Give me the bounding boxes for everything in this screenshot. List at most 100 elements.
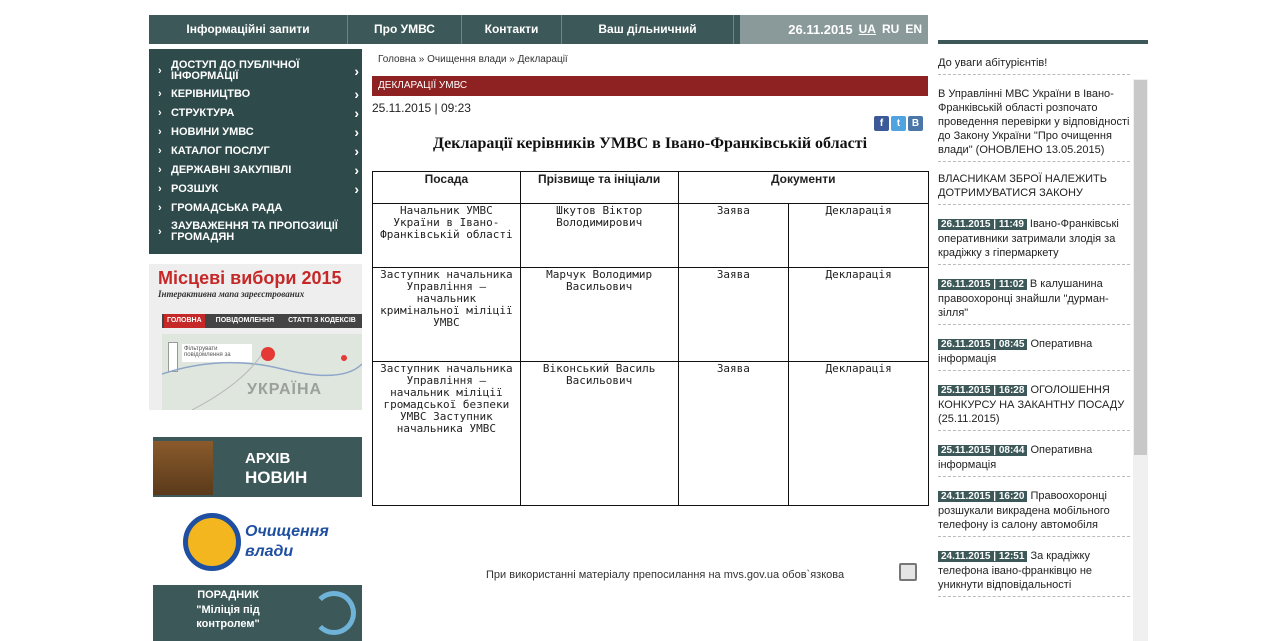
elections-title: Місцеві вибори 2015 [158, 268, 342, 288]
map-country-label: УКРАЇНА [247, 381, 323, 398]
elections-tabs: ГОЛОВНА ПОВІДОМЛЕННЯ СТАТТІ З КОДЕКСІВ [162, 314, 362, 328]
statement-link[interactable]: Заява [677, 361, 790, 506]
copyright-notice: При використанні матеріалу препосилання … [486, 569, 845, 581]
declaration-link[interactable]: Декларація [788, 203, 929, 268]
lang-ua[interactable]: UA [859, 15, 876, 44]
news-item[interactable]: 25.11.2015 | 16:28 ОГОЛОШЕННЯ КОНКУРСУ НА… [938, 371, 1130, 431]
table-row: Начальник УМВС України в Івано-Франківсь… [372, 203, 929, 268]
news-item[interactable]: До уваги абітурієнтів! [938, 50, 1130, 75]
news-title[interactable]: ВЛАСНИКАМ ЗБРОЇ НАЛЕЖИТЬ ДОТРИМУВАТИСЯ З… [938, 173, 1107, 199]
news-item[interactable]: 26.11.2015 | 11:02 В калушанина правоохор… [938, 265, 1130, 325]
elections-map[interactable]: Фільтрувати повідомлення за УКРАЇНА [162, 334, 362, 410]
breadcrumb-separator: » [416, 54, 428, 65]
page-title: Декларації керівників УМВС в Івано-Франк… [432, 135, 868, 152]
breadcrumb-home[interactable]: Головна [378, 54, 416, 65]
statement-link[interactable]: Заява [677, 203, 790, 268]
table-row: Заступник начальника Управління – началь… [372, 361, 929, 506]
breadcrumb-section[interactable]: Очищення влади [427, 54, 506, 65]
archive-line1: АРХІВ [245, 450, 291, 467]
chevron-right-icon: › [354, 181, 359, 197]
header-position: Посада [372, 171, 521, 204]
cell-name: Віконський Василь Васильович [519, 361, 679, 506]
menu-leadership[interactable]: Керівництво › [149, 85, 362, 104]
menu-structure[interactable]: Структура › [149, 104, 362, 123]
news-timestamp: 24.11.2015 | 12:51 [938, 551, 1028, 562]
menu-feedback[interactable]: Зауваження та пропозиції громадян [149, 218, 362, 246]
lustration-line2: влади [245, 543, 294, 560]
nav-info-requests[interactable]: Інформаційні запити [149, 15, 348, 44]
chevron-right-icon: › [354, 143, 359, 159]
declaration-link[interactable]: Декларація [788, 361, 929, 506]
declarations-table: Посада Прізвище та ініціали Документи На… [372, 171, 930, 506]
elections-tab-articles[interactable]: СТАТТІ З КОДЕКСІВ [285, 314, 359, 328]
archive-line2: НОВИН [245, 468, 308, 487]
statement-link[interactable]: Заява [677, 267, 790, 362]
section-header: ДЕКЛАРАЦІЇ УМВС [372, 76, 928, 96]
menu-procurement[interactable]: Державні закупівлі › [149, 161, 362, 180]
nav-about[interactable]: Про УМВС [348, 15, 462, 44]
menu-services[interactable]: Каталог послуг › [149, 142, 362, 161]
news-item[interactable]: 26.11.2015 | 08:45 Оперативна інформація [938, 325, 1130, 371]
table-row: Заступник начальника Управління – началь… [372, 267, 929, 362]
menu-label: Керівництво [171, 88, 251, 100]
breadcrumb: Головна » Очищення влади » Декларації [378, 54, 568, 65]
sidebar-scrollbar-thumb[interactable] [1134, 80, 1147, 455]
news-title[interactable]: До уваги абітурієнтів! [938, 57, 1047, 69]
hand-stop-icon [183, 513, 241, 571]
menu-label: Новини УМВС [171, 126, 254, 138]
twitter-icon[interactable]: t [891, 116, 906, 131]
news-timestamp: 25.11.2015 | 08:44 [938, 445, 1028, 456]
news-item[interactable]: 25.11.2015 | 08:44 Оперативна інформація [938, 431, 1130, 477]
nav-contacts[interactable]: Контакти [462, 15, 562, 44]
nav-date-panel: 26.11.2015 UA RU EN [740, 15, 928, 44]
declaration-link[interactable]: Декларація [788, 267, 929, 362]
guide-line2: "Міліція під [196, 604, 260, 616]
news-title[interactable]: В Управлінні МВС України в Івано-Франків… [938, 88, 1129, 156]
news-timestamp: 26.11.2015 | 11:02 [938, 279, 1027, 290]
menu-public-council[interactable]: Громадська рада [149, 199, 362, 218]
news-sidebar: До уваги абітурієнтів! В Управлінні МВС … [938, 50, 1130, 597]
facebook-icon[interactable]: f [874, 116, 889, 131]
news-item[interactable]: 24.11.2015 | 12:51 За крадіжку телефона і… [938, 537, 1130, 597]
elections-widget[interactable]: Місцеві вибори 2015 Інтерактивна мапа за… [149, 264, 362, 410]
breadcrumb-current: Декларації [517, 54, 568, 65]
guide-line3: контролем" [196, 618, 260, 630]
cell-position: Начальник УМВС України в Івано-Франківсь… [372, 203, 521, 268]
elections-tab-home[interactable]: ГОЛОВНА [164, 314, 205, 328]
nav-district-officer[interactable]: Ваш дільничний [562, 15, 734, 44]
news-archive-banner[interactable]: АРХІВ НОВИН [153, 437, 362, 497]
right-column-topbar [938, 40, 1148, 44]
vkontakte-icon[interactable]: B [908, 116, 923, 131]
elections-tab-messages[interactable]: ПОВІДОМЛЕННЯ [213, 314, 277, 328]
cell-name: Шкутов Віктор Володимирович [519, 203, 679, 268]
print-icon[interactable] [899, 563, 917, 581]
header-documents: Документи [677, 171, 930, 204]
lang-ru[interactable]: RU [882, 15, 899, 44]
menu-label: Доступ до публічної інформації [171, 59, 300, 82]
news-item[interactable]: 24.11.2015 | 16:20 Правоохоронці розшукал… [938, 477, 1130, 537]
top-navigation: Інформаційні запити Про УМВС Контакти Ва… [149, 15, 928, 44]
guide-banner[interactable]: ПОРАДНИК "Міліція під контролем" [153, 585, 362, 641]
lustration-banner[interactable]: Очищення влади [153, 505, 362, 580]
news-item[interactable]: В Управлінні МВС України в Івано-Франків… [938, 75, 1130, 162]
news-item[interactable]: ВЛАСНИКАМ ЗБРОЇ НАЛЕЖИТЬ ДОТРИМУВАТИСЯ З… [938, 162, 1130, 205]
news-timestamp: 25.11.2015 | 16:28 [938, 385, 1028, 396]
cell-position: Заступник начальника Управління – началь… [372, 267, 521, 362]
menu-label: Структура [171, 107, 235, 119]
menu-wanted[interactable]: Розшук › [149, 180, 362, 199]
chevron-right-icon: › [354, 105, 359, 121]
menu-label: Розшук [171, 183, 219, 195]
arc-logo-icon [312, 591, 356, 635]
header-name: Прізвище та ініціали [519, 171, 679, 204]
news-timestamp: 24.11.2015 | 16:20 [938, 491, 1028, 502]
chevron-right-icon: › [354, 86, 359, 102]
guide-line1: ПОРАДНИК [197, 589, 259, 601]
lang-en[interactable]: EN [905, 15, 922, 44]
news-item[interactable]: 26.11.2015 | 11:49 Івано-Франківські опер… [938, 205, 1130, 265]
menu-news[interactable]: Новини УМВС › [149, 123, 362, 142]
menu-public-info[interactable]: Доступ до публічної інформації › [149, 57, 362, 85]
map-marker-icon [341, 355, 347, 361]
left-menu: Доступ до публічної інформації › Керівниц… [149, 49, 362, 254]
cell-position: Заступник начальника Управління – началь… [372, 361, 521, 506]
menu-label: Каталог послуг [171, 145, 270, 157]
